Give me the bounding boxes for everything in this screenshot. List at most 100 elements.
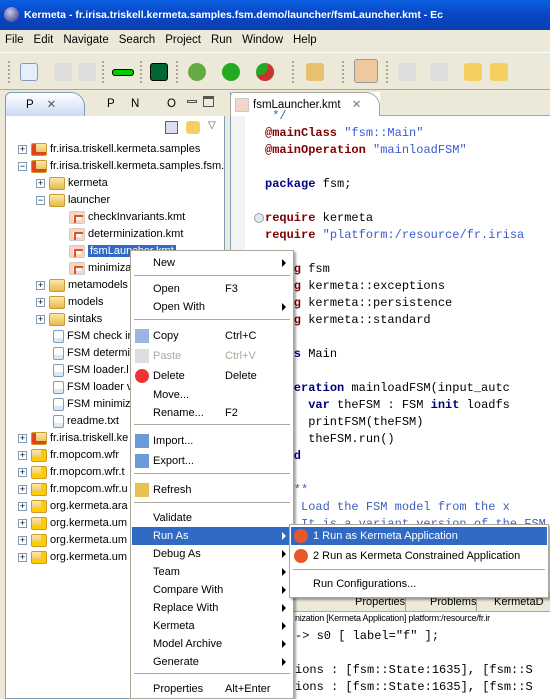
- tree-item[interactable]: + fr.mopcom.wfr: [18, 447, 119, 464]
- menu-item-compare-with[interactable]: Compare With: [132, 581, 292, 599]
- maximize-icon[interactable]: [203, 96, 214, 107]
- tree-item[interactable]: + fr.irisa.triskell.ke: [18, 430, 128, 447]
- expand-icon[interactable]: +: [36, 280, 45, 290]
- menu-item-model-archive[interactable]: Model Archive: [132, 635, 292, 653]
- menu-item-new[interactable]: New: [132, 254, 292, 272]
- menu-item-replace-with[interactable]: Replace With: [132, 599, 292, 617]
- minimize-icon[interactable]: [187, 100, 197, 103]
- tree-item[interactable]: + kermeta: [36, 175, 108, 192]
- expand-icon[interactable]: +: [18, 501, 27, 511]
- menu-item-delete[interactable]: Delete Delete: [132, 367, 292, 385]
- fold-collapse-icon[interactable]: [254, 213, 264, 223]
- menu-file[interactable]: File: [0, 30, 29, 50]
- menu-item-debug-as[interactable]: Debug As: [132, 545, 292, 563]
- menu-navigate[interactable]: Navigate: [58, 30, 113, 50]
- external-tools-icon[interactable]: [256, 63, 274, 81]
- tree-item[interactable]: + org.kermeta.um: [18, 532, 127, 549]
- menu-item-validate[interactable]: Validate: [132, 509, 292, 527]
- tab-package-explorer[interactable]: P ✕: [5, 92, 85, 116]
- close-icon[interactable]: ✕: [47, 99, 57, 111]
- tree-item[interactable]: + fr.mopcom.wfr.t: [18, 464, 125, 481]
- console-icon[interactable]: [150, 63, 168, 81]
- save-icon[interactable]: [54, 63, 72, 81]
- menu-project[interactable]: Project: [160, 30, 206, 50]
- close-icon[interactable]: ✕: [352, 99, 362, 111]
- menu-item-copy[interactable]: Copy Ctrl+C: [132, 327, 292, 345]
- tree-item[interactable]: + models: [36, 294, 103, 311]
- view-menu-icon[interactable]: ▽: [208, 120, 216, 131]
- tree-item[interactable]: + fr.mopcom.wfr.u: [18, 481, 128, 498]
- tree-item[interactable]: + metamodels: [36, 277, 128, 294]
- tree-item[interactable]: FSM loader.l: [53, 362, 129, 379]
- menu-item-1-run-as-kermeta-application[interactable]: 1 Run as Kermeta Application: [291, 527, 547, 545]
- tree-item[interactable]: + sintaks: [36, 311, 102, 328]
- menu-item-move[interactable]: Move...: [132, 386, 292, 404]
- expand-icon[interactable]: +: [36, 178, 45, 188]
- last-edit-icon[interactable]: [464, 63, 482, 81]
- menu-item-run-as[interactable]: Run As: [132, 527, 292, 545]
- collapse-all-icon[interactable]: [165, 121, 178, 134]
- previous-annotation-icon[interactable]: [430, 63, 448, 81]
- menu-run[interactable]: Run: [206, 30, 237, 50]
- expand-icon[interactable]: +: [18, 535, 27, 545]
- expand-icon[interactable]: +: [18, 518, 27, 528]
- tab-outline[interactable]: O: [147, 92, 176, 116]
- expand-icon[interactable]: +: [18, 484, 27, 494]
- next-annotation-icon[interactable]: [398, 63, 416, 81]
- tree-item[interactable]: FSM minimiza: [53, 396, 137, 413]
- tree-item[interactable]: + org.kermeta.um: [18, 515, 127, 532]
- menu-help[interactable]: Help: [288, 30, 322, 50]
- tree-item[interactable]: determinization.kmt: [69, 226, 183, 243]
- kermeta-icon[interactable]: [354, 59, 378, 83]
- toolbar-grip[interactable]: [386, 61, 388, 83]
- tree-item[interactable]: + fr.irisa.triskell.kermeta.samples: [18, 141, 200, 158]
- menu-item-export[interactable]: Export...: [132, 452, 292, 470]
- tree-item[interactable]: + org.kermeta.ara: [18, 498, 128, 515]
- expand-icon[interactable]: +: [18, 467, 27, 477]
- toolbar-grip[interactable]: [102, 61, 104, 83]
- pen-icon[interactable]: [306, 63, 324, 81]
- menu-item-refresh[interactable]: Refresh: [132, 481, 292, 499]
- expand-icon[interactable]: +: [18, 552, 27, 562]
- tree-item[interactable]: checkInvariants.kmt: [69, 209, 185, 226]
- tree-item[interactable]: − fr.irisa.triskell.kermeta.samples.fsm.: [18, 158, 224, 175]
- debug-icon[interactable]: [188, 63, 206, 81]
- menu-item-generate[interactable]: Generate: [132, 653, 292, 671]
- menu-item-kermeta[interactable]: Kermeta: [132, 617, 292, 635]
- menu-item-2-run-as-kermeta-constrained-application[interactable]: 2 Run as Kermeta Constrained Application: [291, 547, 547, 565]
- menu-edit[interactable]: Edit: [29, 30, 59, 50]
- run-icon[interactable]: [222, 63, 240, 81]
- collapse-icon[interactable]: −: [18, 161, 27, 171]
- menu-item-team[interactable]: Team: [132, 563, 292, 581]
- collapse-icon[interactable]: −: [36, 195, 45, 205]
- editor-tab-fsmlauncher[interactable]: fsmLauncher.kmt ✕: [230, 92, 380, 116]
- expand-icon[interactable]: +: [36, 297, 45, 307]
- toolbar-grip[interactable]: [140, 61, 142, 83]
- tree-item[interactable]: FSM determi: [53, 345, 130, 362]
- toolbar-grip[interactable]: [8, 61, 10, 83]
- link-with-editor-icon[interactable]: [186, 121, 200, 134]
- tree-item[interactable]: − launcher: [36, 192, 110, 209]
- menu-item-paste[interactable]: Paste Ctrl+V: [132, 347, 292, 365]
- tab-navigator[interactable]: N: [111, 92, 139, 116]
- toolbar-grip[interactable]: [342, 61, 344, 83]
- toolbar-grip[interactable]: [292, 61, 294, 83]
- toolbar-grip[interactable]: [176, 61, 178, 83]
- print-icon[interactable]: [78, 63, 96, 81]
- menu-item-open[interactable]: Open F3: [132, 280, 292, 298]
- tree-item[interactable]: FSM check in: [53, 328, 134, 345]
- tree-item[interactable]: readme.txt: [53, 413, 119, 430]
- tree-item[interactable]: FSM loader v: [53, 379, 132, 396]
- menu-search[interactable]: Search: [114, 30, 160, 50]
- tree-item[interactable]: + org.kermeta.um: [18, 549, 127, 566]
- tree-item[interactable]: minimiza: [69, 260, 131, 277]
- expand-icon[interactable]: +: [18, 433, 27, 443]
- back-icon[interactable]: [490, 63, 508, 81]
- menu-item-import[interactable]: Import...: [132, 432, 292, 450]
- menu-item-rename[interactable]: Rename... F2: [132, 404, 292, 422]
- expand-icon[interactable]: +: [18, 144, 27, 154]
- expand-icon[interactable]: +: [18, 450, 27, 460]
- menu-item-properties[interactable]: Properties Alt+Enter: [132, 680, 292, 698]
- menu-item-run-configurations[interactable]: Run Configurations...: [291, 575, 547, 593]
- new-icon[interactable]: [20, 63, 38, 81]
